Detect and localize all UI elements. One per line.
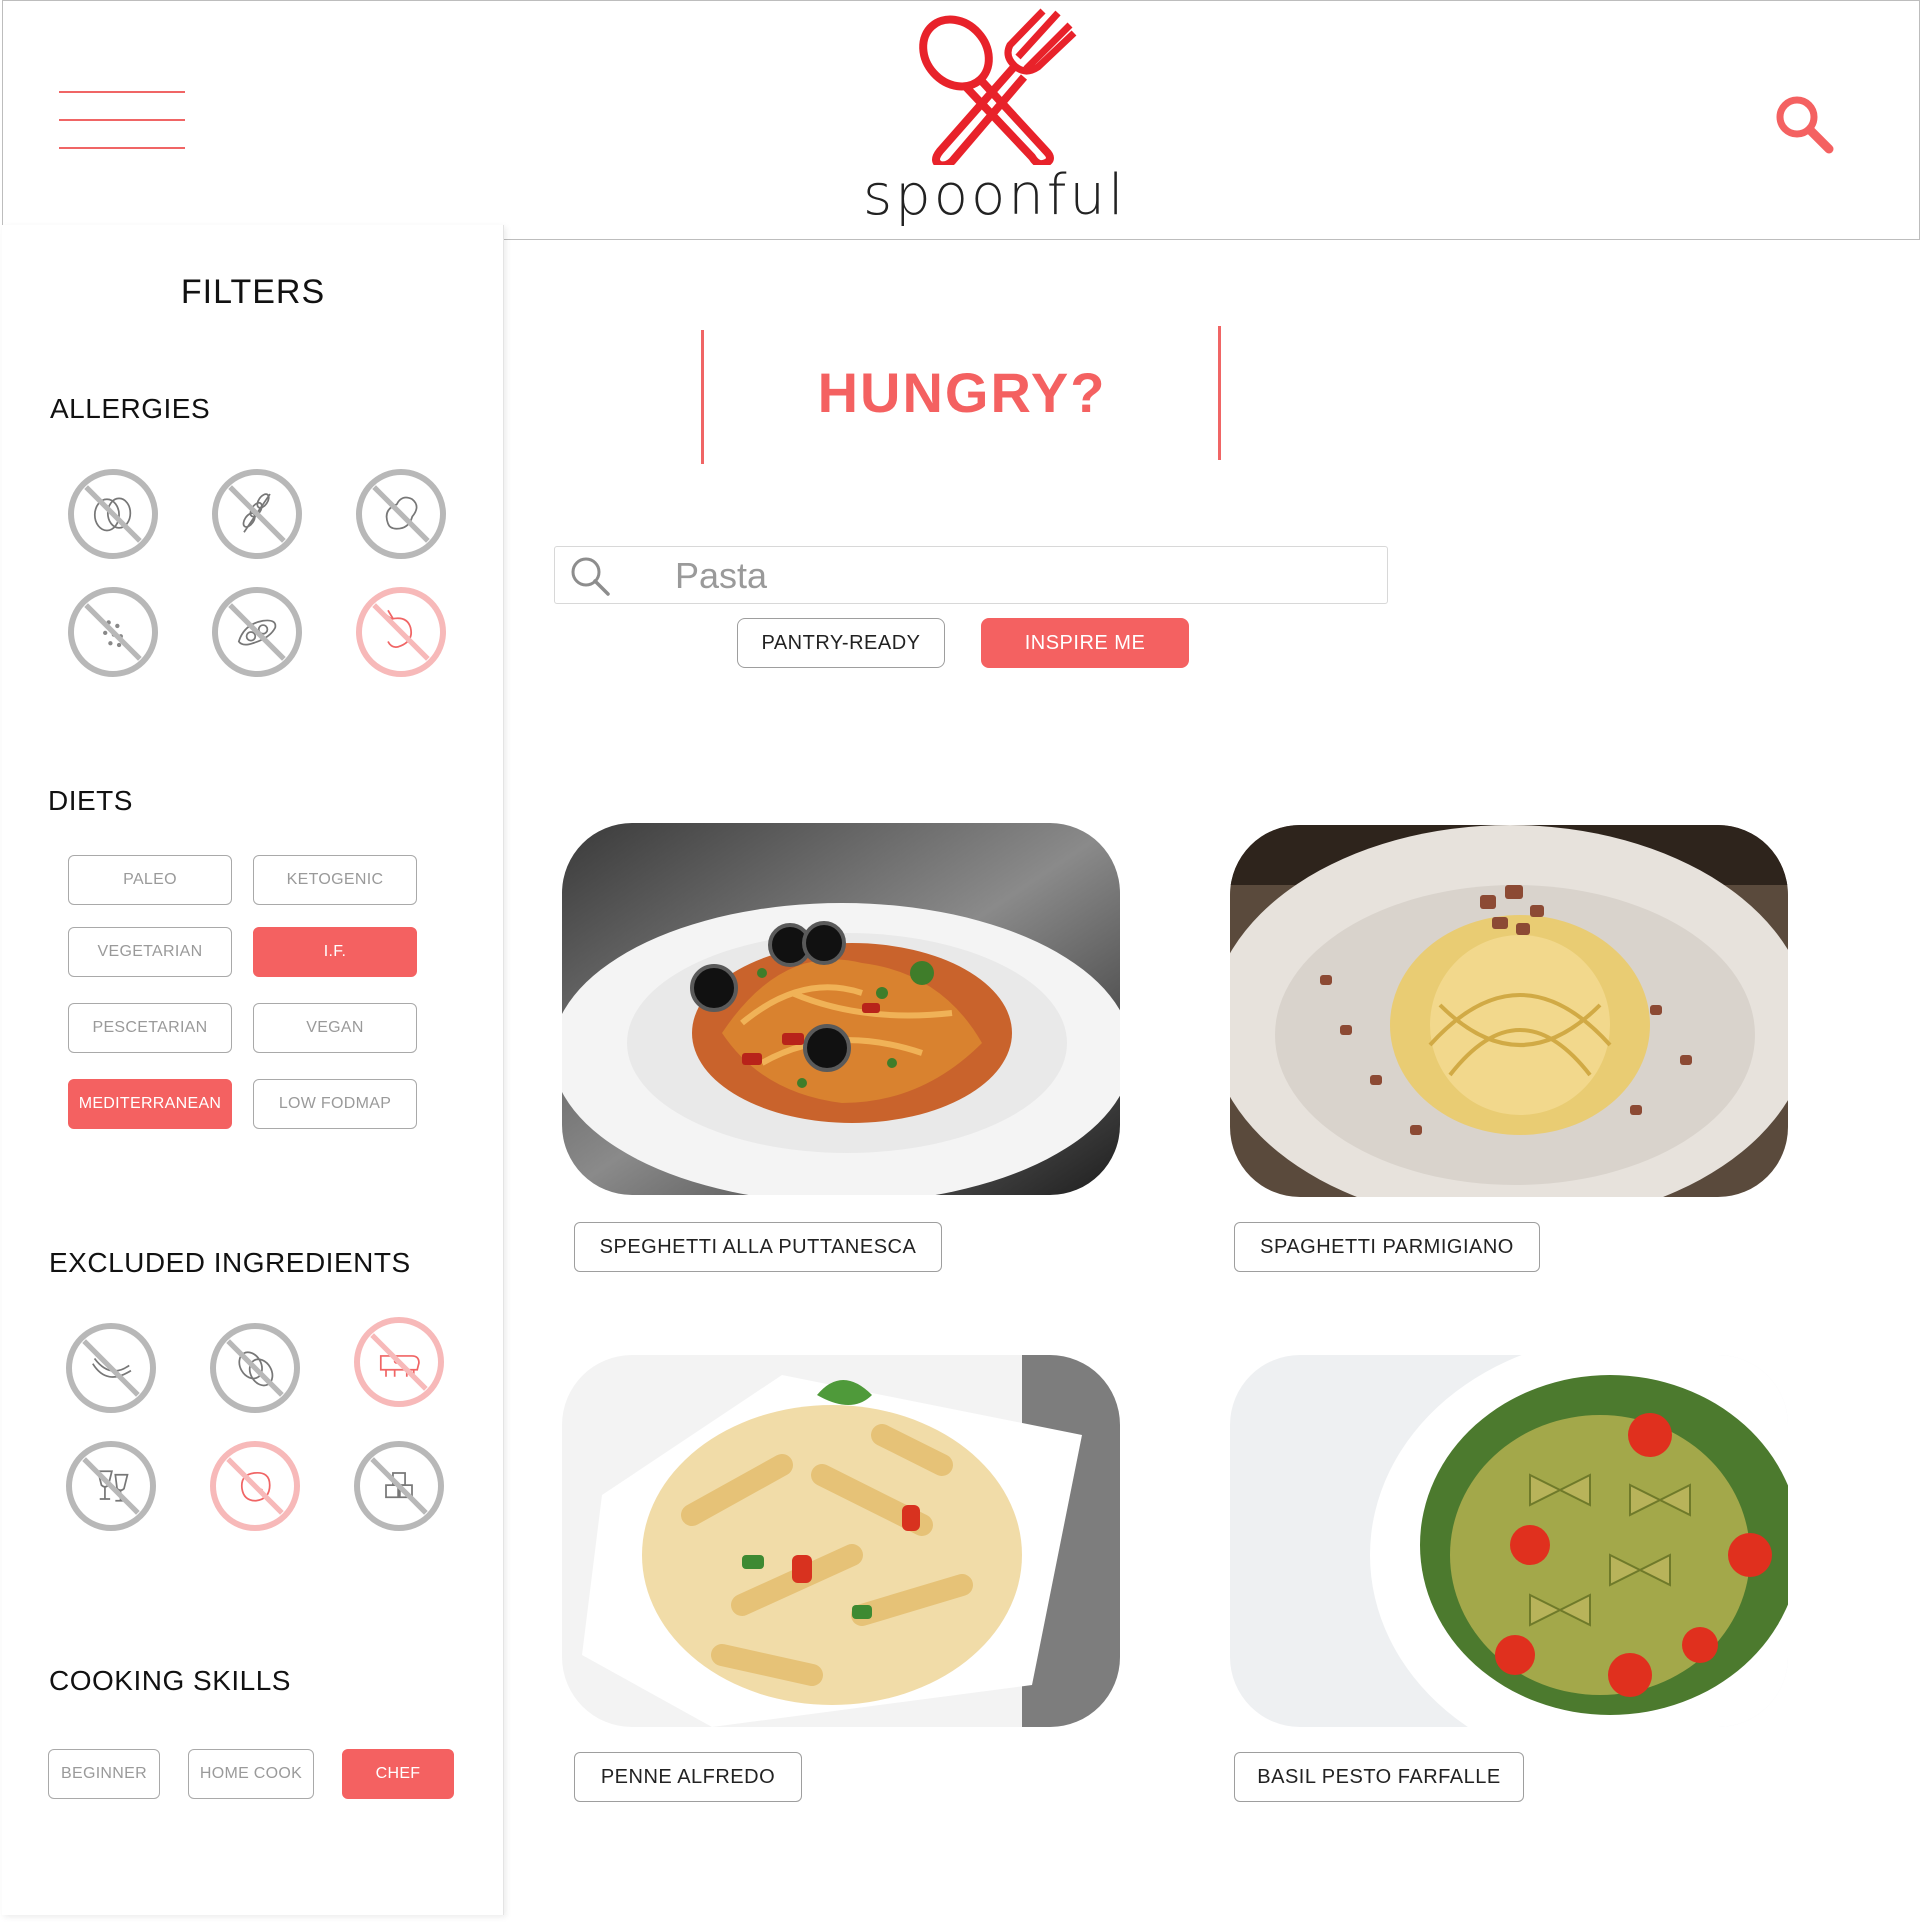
diet-chip-paleo[interactable]: PALEO [68, 855, 232, 905]
recipe-image-penne-alfredo[interactable] [562, 1355, 1120, 1727]
diets-title: DIETS [48, 785, 133, 816]
recipe-image-pesto-farfalle[interactable] [1230, 1355, 1788, 1727]
brand-name: spoonful [863, 163, 1127, 228]
top-header: spoonful [2, 0, 1920, 240]
menu-line [59, 91, 185, 93]
no-sesame-icon[interactable] [68, 587, 158, 677]
no-soy-icon[interactable] [212, 587, 302, 677]
no-alcohol-icon[interactable] [66, 1441, 156, 1531]
recipe-search-bar[interactable] [554, 546, 1388, 604]
no-peanut-icon[interactable] [356, 469, 446, 559]
hero-headline: HUNGRY? [817, 361, 1107, 424]
skill-chip-home-cook[interactable]: HOME COOK [188, 1749, 314, 1799]
no-potato-icon[interactable] [210, 1441, 300, 1531]
search-icon[interactable] [1773, 93, 1835, 155]
no-nuts-icon[interactable] [210, 1323, 300, 1413]
allergies-title: ALLERGIES [50, 393, 211, 424]
cooking-skills-title: COOKING SKILLS [49, 1665, 291, 1696]
recipe-title-penne-alfredo[interactable]: PENNE ALFREDO [574, 1752, 802, 1802]
no-banana-icon[interactable] [66, 1323, 156, 1413]
no-beef-icon[interactable] [354, 1317, 444, 1407]
no-wheat-icon[interactable] [212, 469, 302, 559]
diet-chip-if[interactable]: I.F. [253, 927, 417, 977]
diet-chip-low-fodmap[interactable]: LOW FODMAP [253, 1079, 417, 1129]
recipe-title-pesto-farfalle[interactable]: BASIL PESTO FARFALLE [1234, 1752, 1524, 1802]
excluded-ingredients-title: EXCLUDED INGREDIENTS [49, 1247, 411, 1278]
diet-chip-pescetarian[interactable]: PESCETARIAN [68, 1003, 232, 1053]
search-input[interactable] [675, 555, 1355, 597]
recipe-title-parmigiano[interactable]: SPAGHETTI PARMIGIANO [1234, 1222, 1540, 1272]
diet-chip-ketogenic[interactable]: KETOGENIC [253, 855, 417, 905]
skill-chip-chef[interactable]: CHEF [342, 1749, 454, 1799]
spoon-fork-cross-icon [919, 8, 1077, 165]
recipe-image-puttanesca[interactable] [562, 823, 1120, 1195]
menu-line [59, 147, 185, 149]
diet-chip-vegetarian[interactable]: VEGETARIAN [68, 927, 232, 977]
recipe-title-puttanesca[interactable]: SPEGHETTI ALLA PUTTANESCA [574, 1222, 942, 1272]
recipe-image-parmigiano[interactable] [1230, 825, 1788, 1197]
pantry-ready-button[interactable]: PANTRY-READY [737, 618, 945, 668]
diet-chip-vegan[interactable]: VEGAN [253, 1003, 417, 1053]
filters-title: FILTERS [180, 273, 326, 311]
search-icon [571, 557, 610, 596]
no-sugar-icon[interactable] [354, 1441, 444, 1531]
no-shellfish-icon[interactable] [356, 587, 446, 677]
brand-logo[interactable]: spoonful [863, 5, 1127, 235]
skill-chip-beginner[interactable]: BEGINNER [48, 1749, 160, 1799]
diet-chip-mediterranean[interactable]: MEDITERRANEAN [68, 1079, 232, 1129]
no-egg-icon[interactable] [68, 469, 158, 559]
inspire-me-button[interactable]: INSPIRE ME [981, 618, 1189, 668]
hamburger-menu-icon[interactable] [59, 85, 187, 155]
filters-sidebar: FILTERS ALLERGIES DIETS PALEO KETOGENIC … [2, 225, 504, 1915]
menu-line [59, 119, 185, 121]
